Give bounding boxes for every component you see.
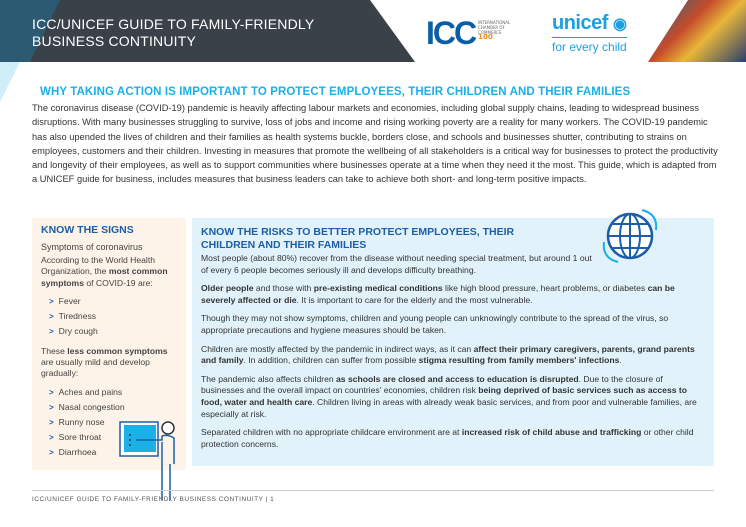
risk-paragraph: The pandemic also affects children as sc… bbox=[201, 374, 705, 420]
chevron-right-icon: > bbox=[49, 402, 54, 412]
symptom-label: Nasal congestion bbox=[58, 401, 125, 412]
decorative-wedge bbox=[0, 62, 20, 102]
symptom-item: > Nasal congestion bbox=[49, 400, 177, 415]
bold-text: as schools are closed and access to educ… bbox=[336, 373, 579, 384]
symptom-label: Sore throat bbox=[58, 431, 102, 442]
chevron-right-icon: > bbox=[49, 387, 54, 397]
text-segment: of COVID-19 are: bbox=[83, 277, 153, 288]
risk-paragraph: Separated children with no appropriate c… bbox=[201, 427, 705, 450]
chevron-right-icon: > bbox=[49, 311, 54, 321]
text-segment: are usually mild and develop gradually: bbox=[41, 357, 150, 379]
symptom-label: Dry cough bbox=[58, 325, 98, 336]
chevron-right-icon: > bbox=[49, 447, 54, 457]
text-segment: Most people (about 80%) recover from the… bbox=[201, 253, 592, 275]
risks-heading: KNOW THE RISKS TO BETTER PROTECT EMPLOYE… bbox=[201, 226, 515, 251]
icc-badge: 100 bbox=[478, 33, 493, 41]
signs-heading: KNOW THE SIGNS bbox=[41, 224, 134, 236]
document-title: ICC/UNICEF GUIDE TO FAMILY-FRIENDLY BUSI… bbox=[32, 16, 314, 50]
symptom-label: Aches and pains bbox=[58, 386, 123, 397]
presenter-icon bbox=[119, 421, 175, 500]
title-line-1: ICC/UNICEF GUIDE TO FAMILY-FRIENDLY bbox=[32, 16, 315, 32]
icc-logo: ICC INTERNATIONAL CHAMBER OF COMMERCE 100 bbox=[426, 15, 514, 51]
text-segment: and those with bbox=[253, 283, 314, 294]
section-heading: WHY TAKING ACTION IS IMPORTANT TO PROTEC… bbox=[40, 86, 631, 98]
risk-paragraph: Children are mostly affected by the pand… bbox=[201, 344, 705, 367]
symptom-item: > Aches and pains bbox=[49, 385, 177, 400]
text-segment: . bbox=[619, 355, 622, 366]
unicef-tagline: for every child bbox=[552, 40, 627, 54]
text-segment: Children are mostly affected by the pand… bbox=[201, 343, 474, 354]
text-segment: . It is important to care for the elderl… bbox=[296, 294, 533, 305]
bold-text: stigma resulting from family members' in… bbox=[418, 355, 620, 366]
signs-paragraph-1: According to the World Health Organizati… bbox=[41, 255, 177, 289]
unicef-wordmark: unicef bbox=[552, 12, 608, 34]
header-photo bbox=[648, 0, 746, 62]
common-symptoms-list: > Fever > Tiredness > Dry cough bbox=[49, 294, 177, 339]
chevron-right-icon: > bbox=[49, 432, 54, 442]
chevron-right-icon: > bbox=[49, 326, 54, 336]
symptom-item: > Fever bbox=[49, 294, 177, 309]
text-segment: Though they may not show symptoms, child… bbox=[201, 313, 669, 335]
symptom-label: Fever bbox=[58, 295, 81, 306]
unicef-name: unicef ◉ bbox=[552, 12, 627, 35]
symptom-label: Runny nose bbox=[58, 416, 105, 427]
footer-divider bbox=[32, 490, 714, 491]
symptom-label: Tiredness bbox=[58, 310, 97, 321]
text-segment: . In addition, children can suffer from … bbox=[243, 355, 419, 366]
risk-paragraph: Though they may not show symptoms, child… bbox=[201, 313, 705, 336]
text-segment: like high blood pressure, heart problems… bbox=[442, 283, 648, 294]
globe-icon bbox=[602, 209, 658, 263]
unicef-logo: unicef ◉ for every child bbox=[552, 12, 627, 54]
unicef-emblem-icon: ◉ bbox=[612, 16, 627, 33]
signs-paragraph-2: These less common symptoms are usually m… bbox=[41, 346, 177, 380]
risk-paragraph: Older people and those with pre-existing… bbox=[201, 283, 705, 306]
symptom-item: > Tiredness bbox=[49, 309, 177, 324]
chevron-right-icon: > bbox=[49, 417, 54, 427]
intro-paragraph: The coronavirus disease (COVID-19) pande… bbox=[32, 103, 718, 185]
risk-paragraph: Most people (about 80%) recover from the… bbox=[201, 253, 601, 276]
title-line-2: BUSINESS CONTINUITY bbox=[32, 33, 197, 49]
bold-text: less common symptoms bbox=[67, 345, 168, 356]
page-header: ICC/UNICEF GUIDE TO FAMILY-FRIENDLY BUSI… bbox=[0, 0, 746, 62]
risks-paragraphs: Most people (about 80%) recover from the… bbox=[201, 253, 705, 450]
icc-logo-mark: ICC bbox=[426, 15, 477, 51]
symptom-item: > Dry cough bbox=[49, 324, 177, 339]
page-footer: ICC/UNICEF GUIDE TO FAMILY-FRIENDLY BUSI… bbox=[32, 496, 275, 503]
text-segment: Separated children with no appropriate c… bbox=[201, 427, 462, 438]
text-segment: These bbox=[41, 345, 68, 356]
divider bbox=[552, 37, 627, 38]
signs-subheading: Symptoms of coronavirus bbox=[41, 242, 143, 252]
icc-logo-text: INTERNATIONAL CHAMBER OF COMMERCE 100 bbox=[478, 20, 514, 41]
bold-text: Older people bbox=[201, 283, 254, 294]
bold-text: increased risk of child abuse and traffi… bbox=[461, 427, 642, 438]
text-segment: The pandemic also affects children bbox=[201, 373, 337, 384]
symptom-label: Diarrhoea bbox=[58, 446, 97, 457]
bold-text: pre-existing medical conditions bbox=[313, 283, 443, 294]
chevron-right-icon: > bbox=[49, 296, 54, 306]
